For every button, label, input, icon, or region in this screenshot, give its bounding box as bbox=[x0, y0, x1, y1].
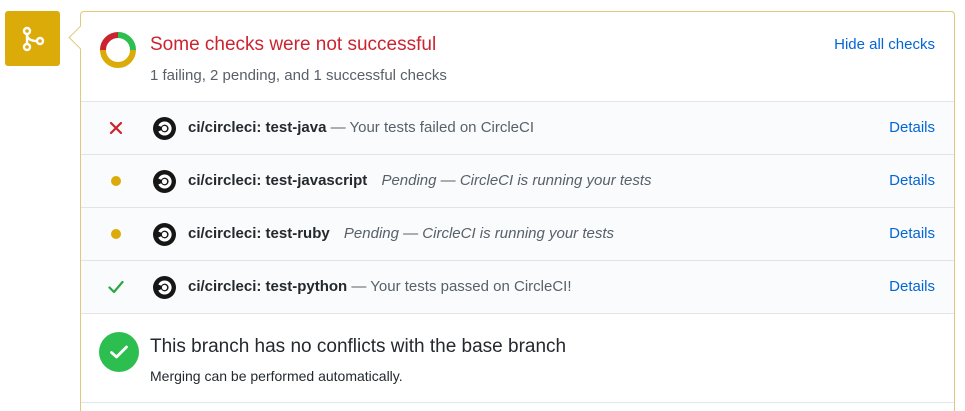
merge-status-subtitle: Merging can be performed automatically. bbox=[150, 368, 403, 384]
check-icon bbox=[108, 279, 124, 295]
checks-summary-title: Some checks were not successful bbox=[150, 34, 437, 55]
check-row-test-ruby: ci/circleci: test-ruby Pending — CircleC… bbox=[81, 207, 954, 260]
dot-icon bbox=[108, 173, 124, 189]
check-name: ci/circleci: test-javascript bbox=[188, 172, 368, 189]
circleci-logo-icon bbox=[153, 170, 176, 193]
details-link[interactable]: Details bbox=[889, 278, 935, 295]
details-link[interactable]: Details bbox=[889, 172, 935, 189]
check-row-test-javascript: ci/circleci: test-javascript Pending — C… bbox=[81, 154, 954, 207]
checks-status-donut-icon bbox=[100, 32, 136, 68]
check-row-test-java: ci/circleci: test-java — Your tests fail… bbox=[81, 101, 954, 154]
git-merge-icon bbox=[5, 11, 60, 66]
merge-status-title: This branch has no conflicts with the ba… bbox=[150, 336, 567, 357]
circleci-logo-icon bbox=[153, 276, 176, 299]
check-description: — Your tests failed on CircleCI bbox=[330, 119, 535, 136]
checks-summary-subtitle: 1 failing, 2 pending, and 1 successful c… bbox=[150, 67, 447, 84]
check-name: ci/circleci: test-java bbox=[188, 119, 327, 136]
hide-all-checks-link[interactable]: Hide all checks bbox=[834, 36, 935, 53]
dot-icon bbox=[108, 226, 124, 242]
circleci-logo-icon bbox=[153, 117, 176, 140]
check-description: — Your tests passed on CircleCI! bbox=[351, 278, 572, 295]
divider bbox=[81, 402, 954, 403]
x-icon bbox=[108, 120, 124, 136]
check-description: Pending — CircleCI is running your tests bbox=[381, 172, 652, 189]
check-name: ci/circleci: test-ruby bbox=[188, 225, 330, 242]
checks-summary: Some checks were not successful 1 failin… bbox=[81, 12, 954, 102]
details-link[interactable]: Details bbox=[889, 225, 935, 242]
details-link[interactable]: Details bbox=[889, 119, 935, 136]
check-name: ci/circleci: test-python bbox=[188, 278, 348, 295]
circleci-logo-icon bbox=[153, 223, 176, 246]
check-row-test-python: ci/circleci: test-python — Your tests pa… bbox=[81, 260, 954, 313]
merge-status: This branch has no conflicts with the ba… bbox=[81, 313, 954, 403]
check-description: Pending — CircleCI is running your tests bbox=[343, 225, 615, 242]
checks-list: ci/circleci: test-java — Your tests fail… bbox=[81, 101, 954, 313]
merge-checks-panel: Some checks were not successful 1 failin… bbox=[80, 11, 955, 411]
check-circle-icon bbox=[99, 332, 139, 372]
